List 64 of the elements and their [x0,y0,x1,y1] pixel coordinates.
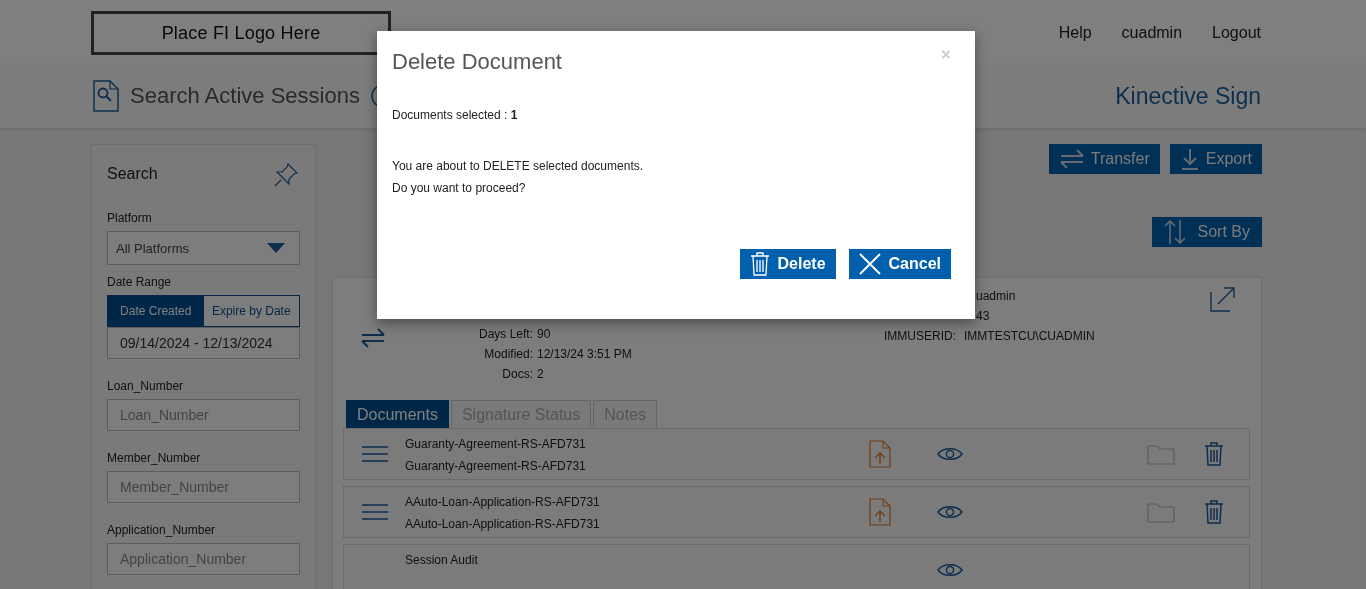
dialog-title: Delete Document [392,49,562,75]
nav-link[interactable]: Help [1058,24,1092,42]
field-label: Application_Number [107,523,217,537]
selected-count: Documents selected : 1 [392,108,519,122]
detail-label: IMMUSERID: [884,329,957,343]
document-name: Guaranty-Agreement-RS-AFD731 [405,437,587,451]
close-icon [858,253,881,275]
detail-value: uadmin [976,289,1016,303]
panel-title: Search [107,165,158,183]
date-type-tab[interactable]: Date Created [108,296,204,326]
eye-icon[interactable] [937,504,963,520]
eye-icon[interactable] [937,562,963,578]
folder-icon[interactable] [1147,443,1175,465]
download-icon [1179,148,1200,170]
detail-label: Docs: [501,367,533,381]
cancel-button[interactable]: Cancel [848,249,951,279]
text-field[interactable]: Application_Number [107,543,300,575]
pin-icon[interactable] [274,163,298,187]
field-label: Date Range [107,275,173,289]
detail-value: IMMTESTCU\CUADMIN [964,329,1095,343]
text-field[interactable]: Loan_Number [107,399,300,431]
date-range-field[interactable]: 09/14/2024 - 12/13/2024 [107,327,300,359]
detail-label: Modified: [483,347,533,361]
expand-icon[interactable] [1210,286,1236,312]
detail-value: 2 [537,367,544,381]
transfer-button[interactable]: Transfer [1048,144,1160,174]
session-tab[interactable]: Documents [346,400,449,428]
transfer-icon [360,328,386,348]
trash-icon [749,252,770,276]
menu-icon[interactable] [361,445,388,463]
dialog-message: You are about to DELETE selected documents. [392,159,645,173]
search-document-icon [93,80,119,112]
file-upload-icon[interactable] [869,498,891,526]
export-button[interactable]: Export [1169,144,1262,174]
document-name: Session Audit [405,553,479,567]
transfer-icon [1058,149,1085,169]
field-label: Loan_Number [107,379,185,393]
eye-icon[interactable] [937,446,963,462]
sort-icon [1163,219,1186,245]
document-name: AAuto-Loan-Application-RS-AFD731 [405,517,601,531]
caret-icon [267,243,285,253]
text-field[interactable]: Member_Number [107,471,300,503]
logo-text: Place FI Logo Here [161,22,321,44]
nav-link[interactable]: cuadmin [1121,24,1183,42]
document-name: Guaranty-Agreement-RS-AFD731 [405,459,587,473]
product-name: Kinective Sign [1115,82,1261,110]
menu-icon[interactable] [361,503,388,521]
document-name: AAuto-Loan-Application-RS-AFD731 [405,495,601,509]
nav-link[interactable]: Logout [1212,24,1261,42]
platform-dropdown[interactable]: All Platforms [107,231,300,265]
sort-button[interactable]: Sort By [1151,217,1262,247]
field-label: Platform [107,211,153,225]
file-upload-icon[interactable] [869,440,891,468]
trash-icon [1204,500,1224,524]
dialog-message: Do you want to proceed? [392,181,527,195]
field-label: Member_Number [107,451,202,465]
delete-button[interactable]: Delete [739,249,836,279]
trash-icon [1204,442,1224,466]
detail-value: 90 [537,327,551,341]
folder-icon[interactable] [1147,501,1175,523]
detail-value: 43 [976,309,990,323]
page-title: Search Active Sessions [130,83,360,109]
detail-value: 12/13/24 3:51 PM [537,347,632,361]
detail-label: Days Left: [477,327,533,341]
